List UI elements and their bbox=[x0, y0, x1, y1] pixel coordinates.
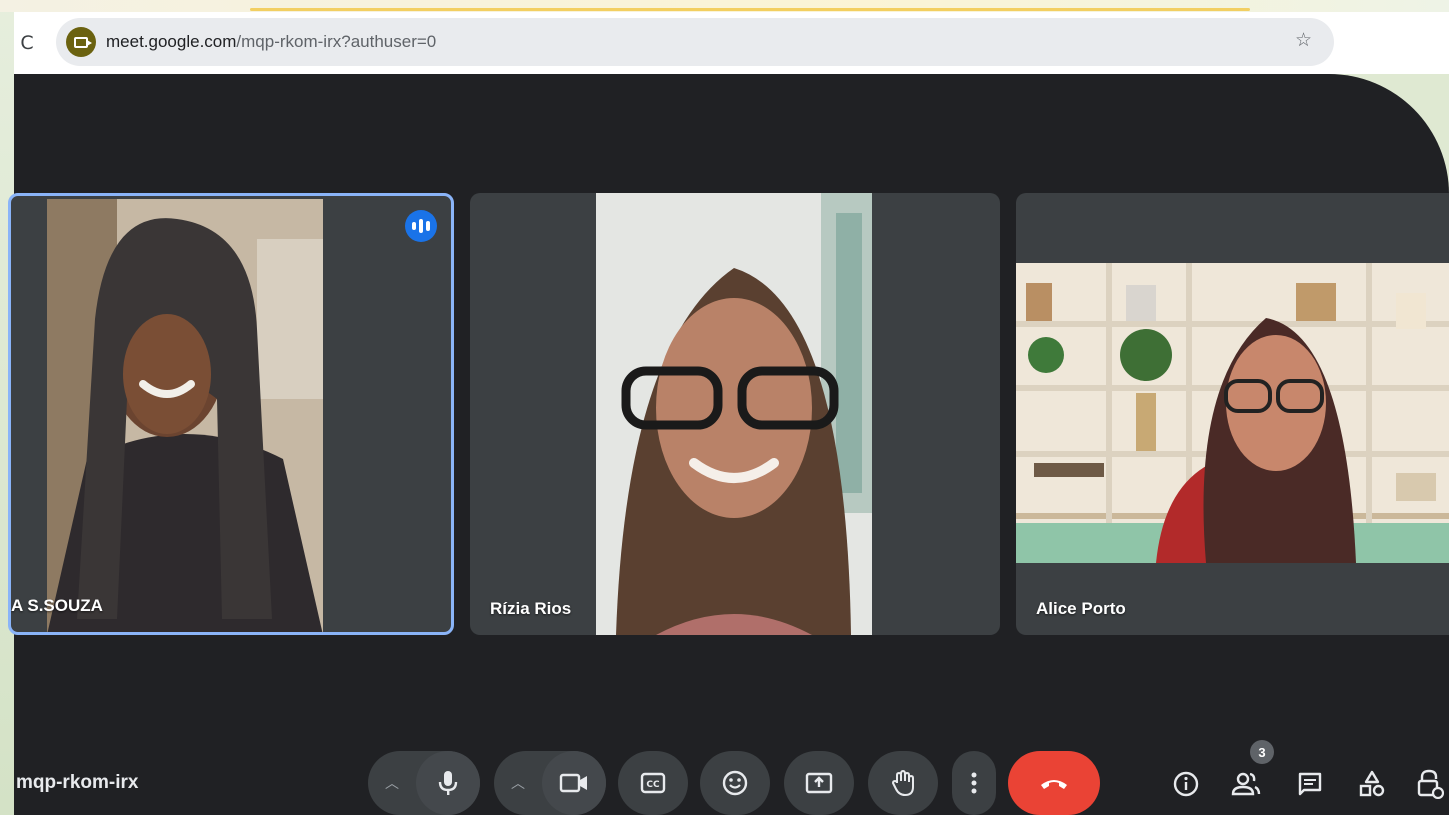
activities-button[interactable] bbox=[1354, 766, 1390, 802]
camera-control-group: ︿ bbox=[494, 751, 606, 815]
participant-tile-2[interactable]: Rízia Rios bbox=[470, 193, 1000, 635]
url-path: /mqp-rkom-irx?authuser=0 bbox=[236, 32, 437, 51]
page-background-top bbox=[0, 0, 1449, 12]
participant-video-3 bbox=[1016, 263, 1449, 563]
present-screen-button[interactable] bbox=[784, 751, 854, 815]
reactions-button[interactable] bbox=[700, 751, 770, 815]
participant-name-3: Alice Porto bbox=[1036, 599, 1126, 618]
url-host: meet.google.com bbox=[106, 32, 237, 51]
meeting-code: mqp-rkom-irx bbox=[16, 772, 139, 793]
people-button[interactable] bbox=[1228, 766, 1264, 802]
chevron-up-icon[interactable]: ︿ bbox=[494, 751, 542, 815]
participant-video-2 bbox=[596, 193, 872, 635]
chevron-up-icon[interactable]: ︿ bbox=[368, 751, 416, 815]
more-options-button[interactable] bbox=[952, 751, 996, 815]
participants-count-badge: 3 bbox=[1250, 740, 1274, 764]
participant-video-1 bbox=[47, 199, 323, 632]
host-controls-button[interactable] bbox=[1412, 766, 1448, 802]
captions-button[interactable]: CC bbox=[618, 751, 688, 815]
microphone-button[interactable] bbox=[416, 751, 480, 815]
participant-tile-3[interactable]: Alice Porto bbox=[1016, 193, 1449, 635]
host-controls-icon bbox=[1417, 769, 1444, 799]
chat-button[interactable] bbox=[1292, 766, 1328, 802]
present-icon bbox=[805, 772, 833, 794]
microphone-icon bbox=[438, 771, 458, 795]
participant-tile-1[interactable]: A S.SOUZA bbox=[8, 193, 454, 635]
info-icon bbox=[1173, 771, 1199, 797]
speaking-indicator-icon bbox=[405, 210, 437, 242]
microphone-control-group: ︿ bbox=[368, 751, 480, 815]
browser-toolbar: C meet.google.com/mqp-rkom-irx?authuser=… bbox=[14, 12, 1449, 74]
meeting-info-button[interactable] bbox=[1168, 766, 1204, 802]
people-icon bbox=[1231, 772, 1261, 796]
emoji-icon bbox=[722, 770, 748, 796]
end-call-button[interactable] bbox=[1008, 751, 1100, 815]
camera-button[interactable] bbox=[542, 751, 606, 815]
meet-site-icon[interactable] bbox=[66, 27, 96, 57]
meet-stage: A S.SOUZA Rízia Rios Alice Porto mqp-rko… bbox=[8, 74, 1449, 815]
svg-text:CC: CC bbox=[646, 780, 660, 790]
address-bar[interactable]: meet.google.com/mqp-rkom-irx?authuser=0 … bbox=[56, 18, 1334, 66]
captions-icon: CC bbox=[640, 772, 666, 794]
bookmark-star-icon[interactable]: ☆ bbox=[1295, 29, 1312, 51]
raise-hand-button[interactable] bbox=[868, 751, 938, 815]
activities-icon bbox=[1359, 770, 1385, 797]
participant-name-2: Rízia Rios bbox=[490, 599, 572, 618]
reload-icon[interactable]: C bbox=[16, 32, 38, 54]
participant-name-1: A S.SOUZA bbox=[11, 596, 103, 615]
end-call-icon bbox=[1041, 780, 1067, 789]
more-options-icon bbox=[971, 772, 977, 794]
camera-icon bbox=[559, 773, 587, 793]
raise-hand-icon bbox=[892, 770, 914, 796]
url-text[interactable]: meet.google.com/mqp-rkom-irx?authuser=0 bbox=[106, 32, 436, 52]
chat-icon bbox=[1298, 772, 1322, 796]
